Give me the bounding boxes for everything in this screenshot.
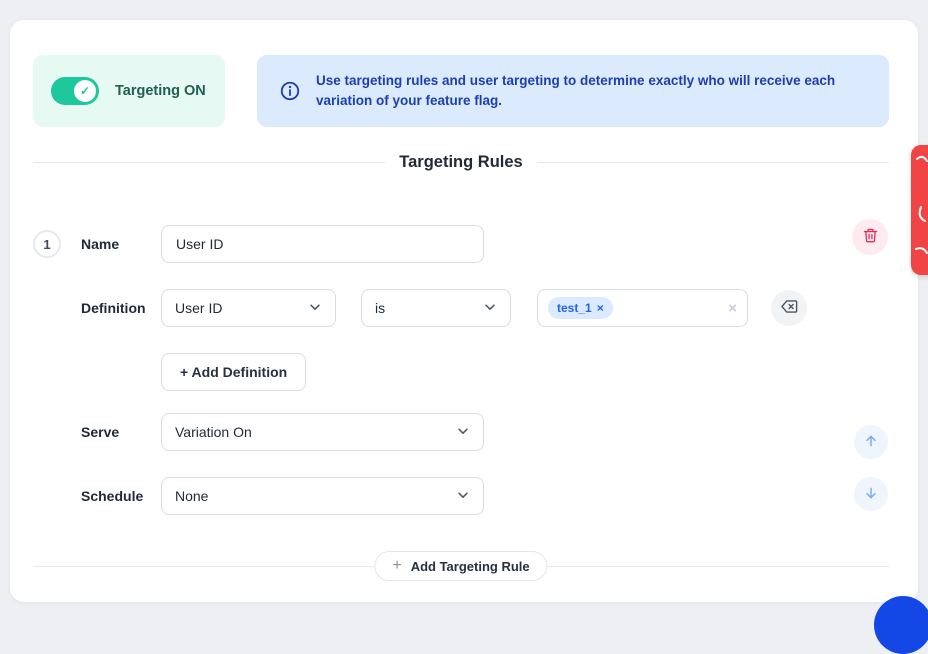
serve-label: Serve xyxy=(81,424,161,440)
serve-select-value: Variation On xyxy=(175,424,252,440)
targeting-panel: ✓ Targeting ON Use targeting rules and u… xyxy=(10,20,918,602)
backspace-icon xyxy=(780,297,799,319)
targeting-toggle-label: Targeting ON xyxy=(115,83,206,99)
name-row: 1 Name xyxy=(33,225,889,263)
rules-footer: + Add Targeting Rule xyxy=(33,551,889,581)
trait-select[interactable]: User ID xyxy=(161,289,336,327)
section-title-text: Targeting Rules xyxy=(399,153,522,172)
check-icon: ✓ xyxy=(74,80,96,102)
side-tab-decoration xyxy=(911,145,928,275)
top-row: ✓ Targeting ON Use targeting rules and u… xyxy=(33,55,889,127)
rule-name-input[interactable] xyxy=(161,225,484,263)
value-chip-label: test_1 xyxy=(557,301,592,315)
add-definition-row: + Add Definition xyxy=(33,353,889,391)
add-targeting-rule-button[interactable]: + Add Targeting Rule xyxy=(374,551,547,581)
chat-widget-button[interactable] xyxy=(874,596,928,654)
value-chip: test_1 × xyxy=(548,297,613,319)
trash-icon xyxy=(862,227,879,247)
chevron-down-icon xyxy=(308,300,322,317)
rule-number-badge: 1 xyxy=(33,230,61,258)
plus-icon: + xyxy=(392,558,401,574)
chevron-down-icon xyxy=(483,300,497,317)
arrow-up-icon xyxy=(863,433,879,452)
close-icon[interactable]: × xyxy=(728,301,737,316)
definition-values-input[interactable]: test_1 × × xyxy=(537,289,748,327)
chevron-down-icon xyxy=(456,424,470,441)
schedule-label: Schedule xyxy=(81,488,161,504)
operator-select-value: is xyxy=(375,300,385,316)
name-label: Name xyxy=(81,236,161,252)
backspace-button[interactable] xyxy=(771,290,807,326)
definition-row: Definition User ID is xyxy=(33,289,889,327)
targeting-toggle[interactable]: ✓ xyxy=(51,77,99,105)
schedule-row: Schedule None xyxy=(33,477,889,515)
side-panel-tab[interactable] xyxy=(911,145,928,275)
info-banner-text: Use targeting rules and user targeting t… xyxy=(316,71,867,111)
definition-label: Definition xyxy=(81,300,161,316)
move-rule-up-button[interactable] xyxy=(854,425,888,459)
trait-select-value: User ID xyxy=(175,300,222,316)
info-banner: Use targeting rules and user targeting t… xyxy=(257,55,889,127)
serve-select[interactable]: Variation On xyxy=(161,413,484,451)
targeting-toggle-card: ✓ Targeting ON xyxy=(33,55,225,127)
targeting-rule: 1 Name Definition User ID is xyxy=(33,225,889,515)
add-targeting-rule-label: Add Targeting Rule xyxy=(411,559,530,574)
arrow-down-icon xyxy=(863,485,879,504)
schedule-select-value: None xyxy=(175,488,208,504)
move-rule-down-button[interactable] xyxy=(854,477,888,511)
delete-rule-button[interactable] xyxy=(852,219,888,255)
chevron-down-icon xyxy=(456,488,470,505)
section-title: Targeting Rules xyxy=(33,153,889,172)
add-definition-button[interactable]: + Add Definition xyxy=(161,353,306,391)
close-icon[interactable]: × xyxy=(597,302,604,314)
schedule-select[interactable]: None xyxy=(161,477,484,515)
info-icon xyxy=(279,80,301,102)
serve-row: Serve Variation On xyxy=(33,413,889,451)
operator-select[interactable]: is xyxy=(361,289,511,327)
